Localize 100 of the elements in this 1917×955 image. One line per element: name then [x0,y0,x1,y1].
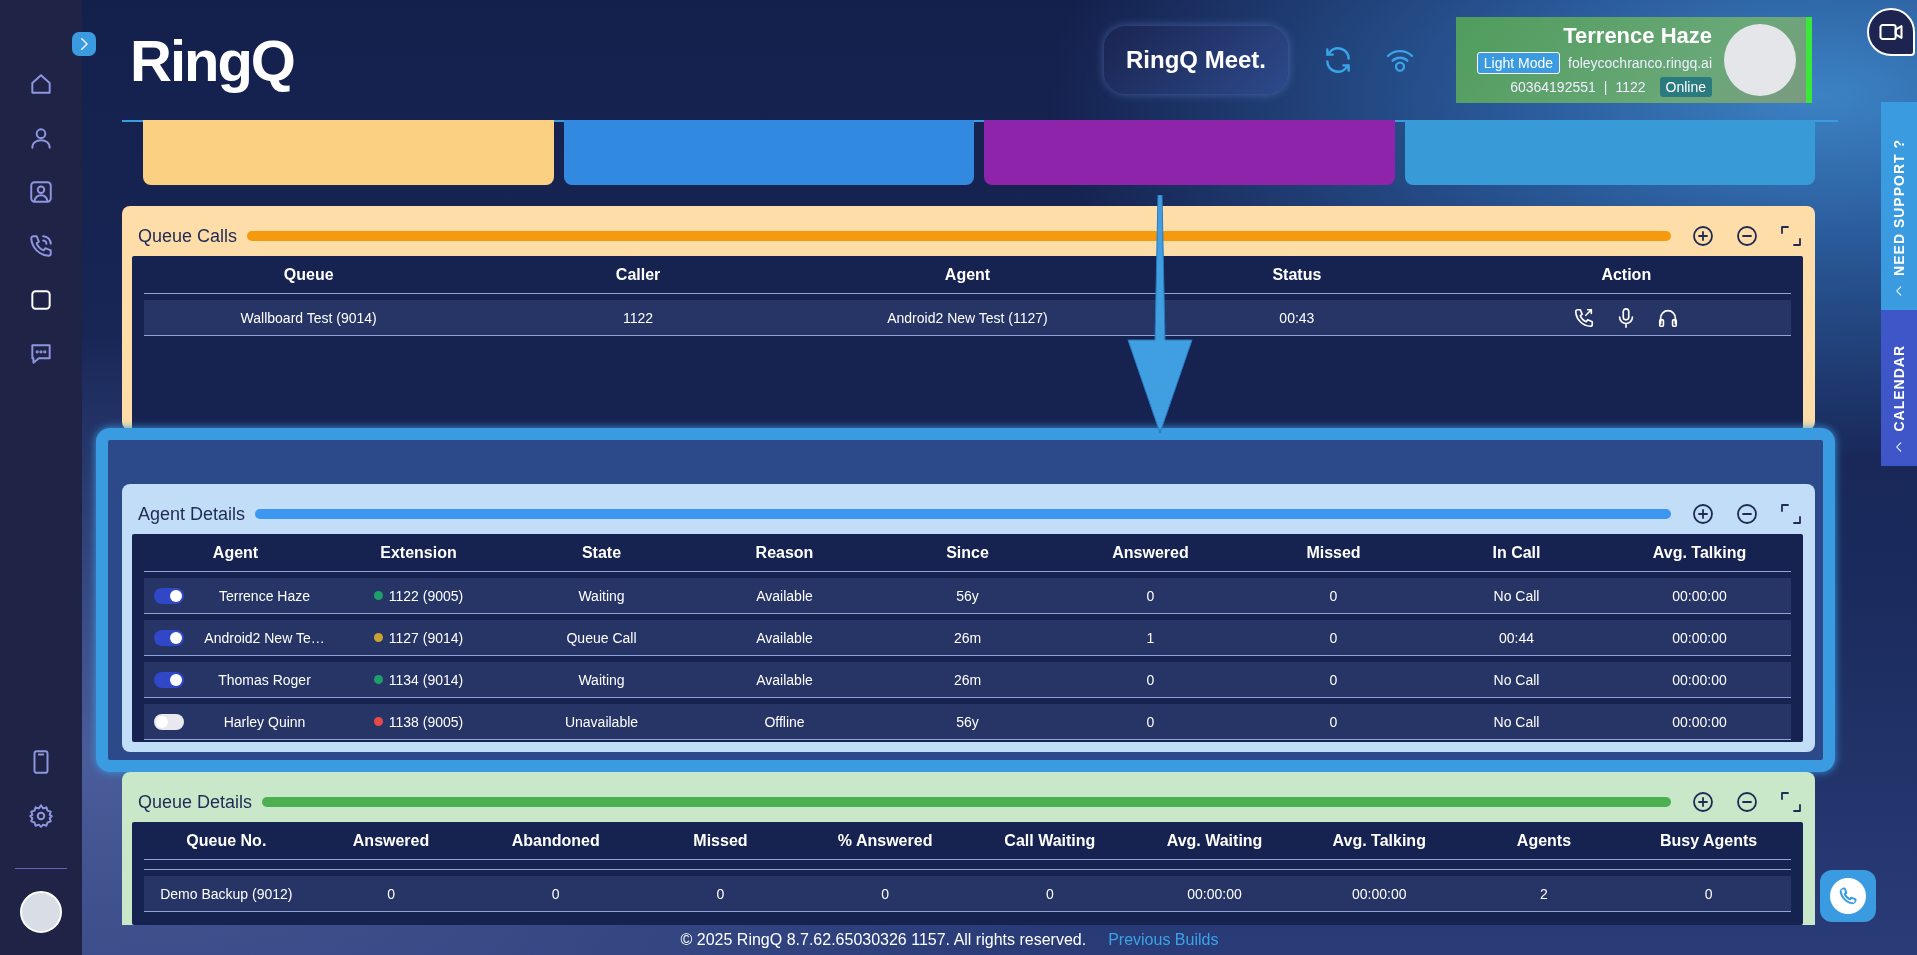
table-cell: 00:00:00 [1296,876,1462,912]
side-tab[interactable]: NEED SUPPORT ? [1881,102,1917,310]
table-cell-text: Android2 New Te… [203,629,326,646]
toggle-switch[interactable] [154,671,184,688]
table-cell: 0 [1242,662,1425,698]
table-cell: 0 [1059,662,1242,698]
column-header: Since [876,534,1059,572]
meet-button[interactable]: RingQ Meet. [1104,26,1288,94]
copyright-text: © 2025 RingQ 8.7.62.65030326 1157. All rights reserved. [680,931,1087,949]
zoom-in-icon[interactable] [1691,224,1715,248]
zoom-out-icon[interactable] [1735,224,1759,248]
extension-number: 1122 [1615,79,1646,95]
table-cell: 00:00:00 [1132,876,1297,912]
zoom-out-icon[interactable] [1735,790,1759,814]
table-cell: 0 [308,876,474,912]
column-header: Missed [638,822,803,860]
table-cell: 0 [967,876,1133,912]
table-cell: 0 [1242,578,1425,614]
column-header: Missed [1242,534,1425,572]
phone-icon [28,233,54,259]
table-cell: 0 [638,876,803,912]
chat-icon [28,341,54,367]
table-cell-text: Thomas Roger [217,671,312,688]
previous-builds-link[interactable]: Previous Builds [1108,931,1219,949]
table-cell: Available [693,620,876,656]
zoom-in-icon[interactable] [1691,502,1715,526]
panel-title: Queue Details [138,791,253,813]
table-cell-text: Terrence Haze [217,587,311,604]
table-cell: Android2 New Test (1127) [802,300,1133,336]
avatar[interactable] [20,891,62,933]
table-cell: 00:44 [1425,620,1608,656]
toggle-switch[interactable] [154,629,184,646]
column-header: Answered [308,822,474,860]
table-cell: 1134 (9014) [388,671,464,688]
expand-icon[interactable] [1779,502,1803,526]
toggle-switch[interactable] [154,587,184,604]
phone-number: 60364192551 [1510,79,1596,95]
table-cell: 1138 (9005) [388,713,464,730]
expand-sidebar-button[interactable] [72,32,96,56]
expand-icon[interactable] [1779,790,1803,814]
contact-card-icon [28,179,54,205]
table-cell: 1122 [473,300,803,336]
column-header: Agent [802,256,1133,294]
column-header: Busy Agents [1626,822,1791,860]
column-header: Agent [144,534,327,572]
expand-icon[interactable] [1779,224,1803,248]
column-header: Abandoned [473,822,639,860]
table-cell: 00:00:00 [1608,704,1791,740]
column-header: Action [1461,256,1791,294]
zoom-out-icon[interactable] [1735,502,1759,526]
table-cell: 00:43 [1132,300,1462,336]
dialer-button[interactable] [1820,870,1876,922]
toggle-switch[interactable] [154,713,184,730]
table-cell: Queue Call [510,620,693,656]
column-header: Answered [1059,534,1242,572]
table-cell: 1 [1059,620,1242,656]
table-cell: No Call [1425,704,1608,740]
side-tab[interactable]: CALENDAR [1881,310,1917,466]
home-icon [28,71,54,97]
table-cell: 0 [802,876,968,912]
table-cell: 2 [1461,876,1627,912]
table-cell: Available [693,662,876,698]
panel-title: Agent Details [138,503,246,525]
column-header: Avg. Talking [1608,534,1791,572]
column-header: Avg. Waiting [1132,822,1297,860]
table-cell: No Call [1425,662,1608,698]
table-cell: 56y [876,704,1059,740]
table-cell: Waiting [510,662,693,698]
side-tab-label: NEED SUPPORT ? [1891,139,1907,276]
table-cell: 0 [1242,620,1425,656]
light-mode-button[interactable]: Light Mode [1476,52,1560,74]
table-cell: Waiting [510,578,693,614]
table-cell: Wallboard Test (9014) [144,300,474,336]
table-cell: 1122 (9005) [388,587,464,604]
zoom-in-icon[interactable] [1691,790,1715,814]
square-icon [28,287,54,313]
table-cell: No Call [1425,578,1608,614]
logo: RingQ [130,26,294,94]
phone-arrow-icon[interactable] [1573,306,1596,329]
table-cell: 0 [1059,578,1242,614]
separator: | [1603,79,1608,95]
settings-icon [28,803,54,829]
table-cell: 0 [1242,704,1425,740]
column-header: Reason [693,534,876,572]
side-tab-label: CALENDAR [1891,345,1907,432]
table-cell: 00:00:00 [1608,662,1791,698]
table-cell: 0 [1059,704,1242,740]
table-cell: Demo Backup (9012) [144,876,309,912]
table-cell: Unavailable [510,704,693,740]
phone-icon [1830,878,1866,914]
table-cell: 0 [473,876,639,912]
table-cell: 00:00:00 [1608,578,1791,614]
domain-text: foleycochranco.ringq.ai [1568,55,1712,71]
table-cell: 00:00:00 [1608,620,1791,656]
table-cell: 0 [1626,876,1791,912]
panel-title: Queue Calls [138,225,238,247]
status-badge: Online [1659,77,1712,97]
column-header: State [510,534,693,572]
video-call-button[interactable] [1867,8,1915,56]
user-name: Terrence Haze [1563,23,1712,49]
